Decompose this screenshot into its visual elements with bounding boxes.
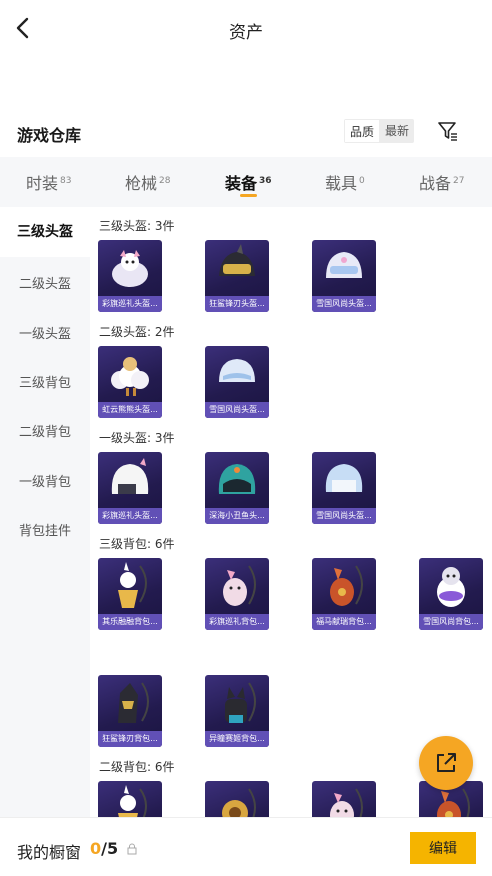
active-tab-indicator (240, 194, 257, 197)
tab-fashion[interactable]: 时装 83 (26, 170, 71, 194)
item-name: 深海小丑鱼头... (205, 508, 269, 524)
item-name: 福马献瑞背包... (312, 614, 376, 630)
sort-latest-button[interactable]: 最新 (380, 119, 415, 143)
group-title: 二级背包: 6件 (99, 760, 175, 774)
item-name: 彩旗巡礼头盔... (98, 508, 162, 524)
item-thumbnail (222, 788, 256, 817)
lock-icon (127, 843, 137, 855)
item-thumbnail (118, 562, 147, 608)
item-card[interactable]: 深海小丑鱼头... (205, 452, 269, 524)
item-thumbnail (111, 458, 149, 494)
item-name: 其乐融融背包... (98, 614, 162, 630)
sidebar-item-lvl3-backpack[interactable]: 三级背包 (0, 372, 90, 391)
item-name: 异瞳赛姬背包... (205, 731, 269, 747)
tab-weapons[interactable]: 枪械 28 (125, 170, 170, 194)
item-name: 雪国风尚头盔... (205, 402, 269, 418)
item-thumbnail (437, 788, 470, 817)
share-button[interactable] (419, 736, 473, 790)
item-card[interactable]: 彩旗巡礼头盔... (98, 240, 162, 312)
item-card[interactable]: 彩旗巡礼背包... (205, 558, 269, 630)
item-thumbnail (118, 682, 149, 723)
item-name: 雪国风尚头盔... (312, 296, 376, 312)
item-card[interactable] (205, 781, 269, 817)
item-thumbnail (111, 357, 149, 396)
showcase-label: 我的橱窗 (17, 843, 82, 862)
item-card[interactable]: 狂鲨锋刃背包... (98, 675, 162, 747)
item-card[interactable] (98, 781, 162, 817)
top-bar: 资产 (0, 0, 492, 58)
edit-button[interactable]: 编辑 (410, 832, 476, 864)
item-thumbnail (330, 565, 363, 606)
item-card[interactable]: 异瞳赛姬背包... (205, 675, 269, 747)
item-thumbnail (219, 359, 255, 382)
item-card[interactable]: 狂鲨锋刃头盔... (205, 240, 269, 312)
item-grid: 三级头盔: 3件 二级头盔: 2件 一级头盔: 3件 三级背包: 6件 二级背包… (90, 207, 492, 817)
item-thumbnail (219, 244, 255, 276)
item-thumbnail (225, 682, 256, 723)
item-name: 彩旗巡礼头盔... (98, 296, 162, 312)
item-name: 雪国风尚头盔... (312, 508, 376, 524)
sidebar: 三级头盔 二级头盔 一级头盔 三级背包 二级背包 一级背包 背包挂件 (0, 207, 90, 817)
item-name: 狂鲨锋刃头盔... (205, 296, 269, 312)
item-thumbnail (325, 464, 363, 492)
item-name: 雪国风尚背包... (419, 614, 483, 630)
showcase-count: 0/5 (90, 839, 119, 858)
item-card[interactable]: 雪国风尚头盔... (312, 240, 376, 312)
category-tabs: 时装 83 枪械 28 装备 36 载具 0 战备 27 (0, 157, 492, 207)
sidebar-item-lvl2-backpack[interactable]: 二级背包 (0, 421, 90, 440)
item-thumbnail (118, 785, 147, 817)
item-name: 虹云熊熊头盔... (98, 402, 162, 418)
sort-toggle: 品质 最新 (344, 119, 415, 143)
filter-icon[interactable] (437, 120, 459, 142)
warehouse-header: 游戏仓库 品质 最新 (0, 118, 492, 148)
group-title: 三级背包: 6件 (99, 537, 175, 551)
tab-equipment[interactable]: 装备 36 (225, 170, 272, 194)
item-card[interactable]: 雪国风尚背包... (419, 558, 483, 630)
group-title: 三级头盔: 3件 (99, 219, 175, 233)
tab-supplies[interactable]: 战备 27 (419, 170, 464, 194)
item-thumbnail (218, 464, 256, 494)
sort-quality-button[interactable]: 品质 (344, 119, 381, 143)
item-thumbnail (326, 252, 362, 278)
item-name: 狂鲨锋刃背包... (98, 731, 162, 747)
item-thumbnail (112, 250, 148, 287)
group-title: 二级头盔: 2件 (99, 325, 175, 339)
item-thumbnail (437, 567, 465, 607)
page-title: 资产 (229, 23, 263, 43)
sidebar-item-lvl3-helmet[interactable]: 三级头盔 (0, 207, 90, 257)
item-card[interactable]: 彩旗巡礼头盔... (98, 452, 162, 524)
item-thumbnail (330, 788, 363, 817)
sidebar-item-lvl1-backpack[interactable]: 一级背包 (0, 471, 90, 490)
item-name: 彩旗巡礼背包... (205, 614, 269, 630)
item-card[interactable]: 雪国风尚头盔... (312, 452, 376, 524)
item-card[interactable]: 虹云熊熊头盔... (98, 346, 162, 418)
sidebar-item-backpack-charm[interactable]: 背包挂件 (0, 520, 90, 539)
sidebar-item-lvl2-helmet[interactable]: 二级头盔 (0, 273, 90, 292)
item-card[interactable]: 雪国风尚头盔... (205, 346, 269, 418)
sidebar-item-lvl1-helmet[interactable]: 一级头盔 (0, 323, 90, 342)
item-card[interactable]: 其乐融融背包... (98, 558, 162, 630)
tab-vehicles[interactable]: 载具 0 (325, 170, 365, 194)
warehouse-title: 游戏仓库 (17, 126, 82, 145)
item-card[interactable]: 福马献瑞背包... (312, 558, 376, 630)
bottom-bar: 我的橱窗 0/5 编辑 (0, 817, 492, 876)
item-thumbnail (223, 565, 256, 606)
external-link-icon (437, 753, 456, 772)
group-title: 一级头盔: 3件 (99, 431, 175, 445)
item-card[interactable] (312, 781, 376, 817)
